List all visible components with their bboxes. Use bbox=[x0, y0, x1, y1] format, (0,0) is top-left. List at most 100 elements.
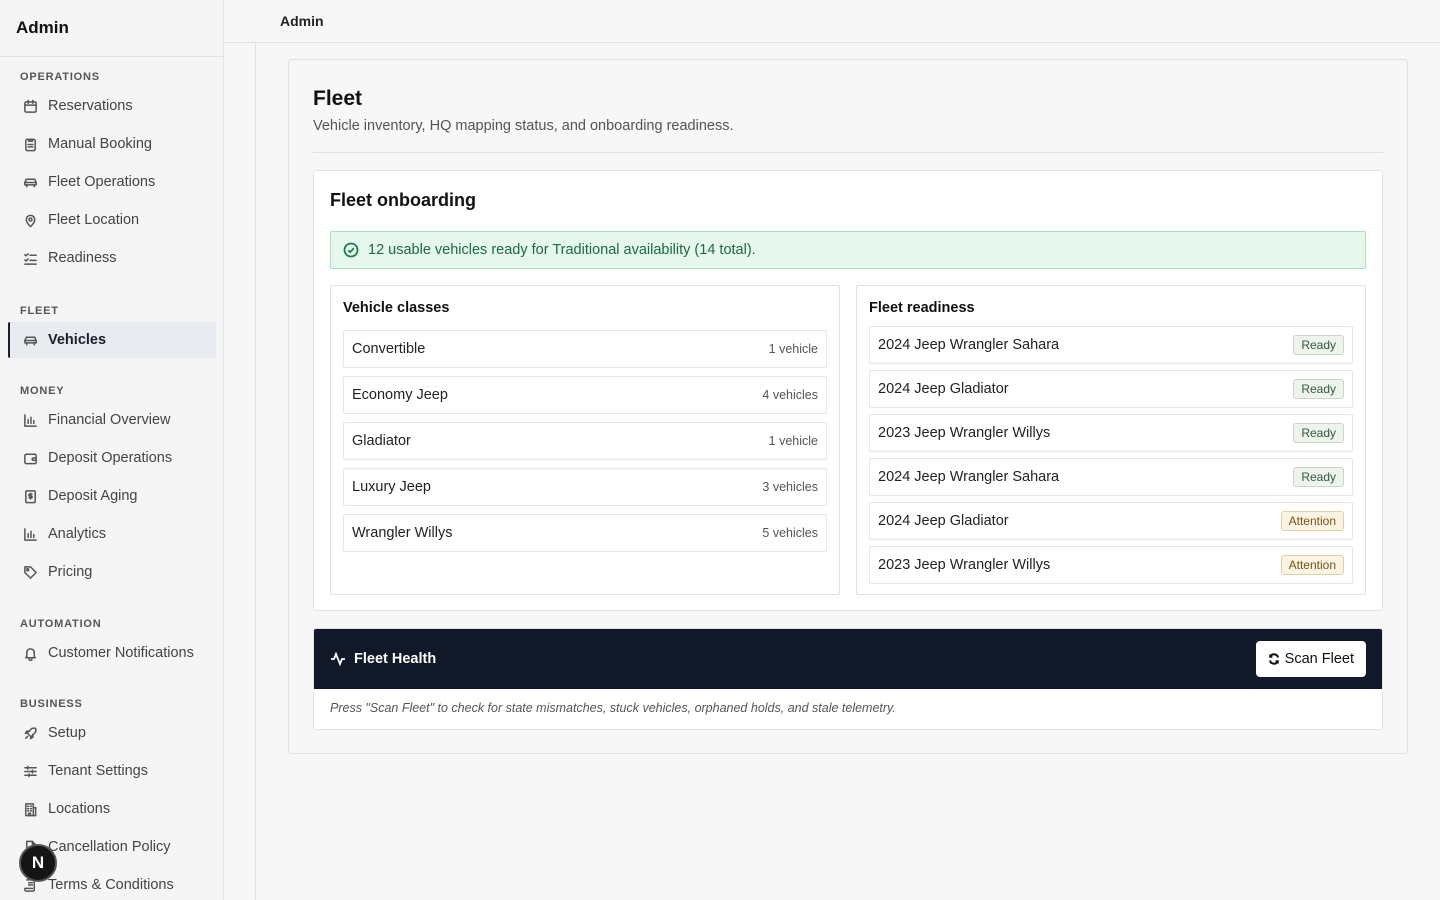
sidebar-item-vehicles[interactable]: Vehicles bbox=[8, 322, 216, 358]
status-badge: Ready bbox=[1293, 335, 1344, 355]
sidebar-item-financial-overview[interactable]: Financial Overview bbox=[8, 402, 216, 438]
vehicle-classes-title: Vehicle classes bbox=[343, 300, 450, 316]
status-badge: Ready bbox=[1293, 423, 1344, 443]
sidebar-item-analytics[interactable]: Analytics bbox=[8, 516, 216, 552]
sidebar-item-setup[interactable]: Setup bbox=[8, 715, 216, 751]
vehicle-class-row[interactable]: Economy Jeep 4 vehicles bbox=[343, 376, 827, 414]
fleet-onboarding-card: Fleet onboarding 12 usable vehicles read… bbox=[313, 170, 1383, 611]
sidebar-item-label: Fleet Location bbox=[48, 212, 140, 228]
sidebar-item-deposit-aging[interactable]: Deposit Aging bbox=[8, 478, 216, 514]
sidebar-section-fleet: FLEET Vehicles bbox=[0, 302, 223, 358]
clipboard-icon bbox=[22, 136, 38, 152]
sidebar-item-readiness[interactable]: Readiness bbox=[8, 240, 216, 276]
refresh-icon bbox=[1268, 653, 1279, 665]
vehicle-class-name: Wrangler Willys bbox=[352, 525, 453, 541]
sidebar-item-customer-notifications[interactable]: Customer Notifications bbox=[8, 635, 216, 671]
vehicle-class-row[interactable]: Convertible 1 vehicle bbox=[343, 330, 827, 368]
sidebar-item-manual-booking[interactable]: Manual Booking bbox=[8, 126, 216, 162]
sliders-icon bbox=[22, 763, 38, 779]
sidebar-item-label: Reservations bbox=[48, 98, 133, 114]
sidebar-item-label: Customer Notifications bbox=[48, 645, 194, 661]
bar-chart-icon bbox=[22, 526, 38, 542]
scan-fleet-button[interactable]: Scan Fleet bbox=[1255, 641, 1366, 677]
scan-fleet-label: Scan Fleet bbox=[1284, 651, 1354, 667]
sidebar-header: Admin bbox=[0, 0, 223, 57]
vehicle-class-count: 1 vehicle bbox=[768, 434, 818, 448]
vehicle-name: 2023 Jeep Wrangler Willys bbox=[878, 425, 1051, 441]
vehicle-classes-panel: Vehicle classes Convertible 1 vehicle Econ… bbox=[330, 285, 840, 595]
breadcrumb: Admin bbox=[280, 13, 324, 29]
sidebar-item-label: Tenant Settings bbox=[48, 763, 148, 779]
page-subtitle: Vehicle inventory, HQ mapping status, an… bbox=[313, 118, 734, 134]
sidebar-item-locations[interactable]: Locations bbox=[8, 791, 216, 827]
avatar[interactable]: N bbox=[19, 844, 57, 882]
activity-icon bbox=[331, 651, 345, 667]
status-badge: Attention bbox=[1280, 511, 1344, 531]
readiness-row[interactable]: 2024 Jeep Wrangler Sahara Ready bbox=[869, 458, 1353, 496]
sidebar-item-pricing[interactable]: Pricing bbox=[8, 554, 216, 590]
sidebar-item-label: Readiness bbox=[48, 250, 117, 266]
sidebar-section-label: OPERATIONS bbox=[20, 71, 100, 83]
vehicle-class-name: Luxury Jeep bbox=[352, 479, 431, 495]
vehicle-class-count: 1 vehicle bbox=[768, 342, 818, 356]
alert-text: 12 usable vehicles ready for Traditional… bbox=[368, 242, 756, 258]
vehicle-class-row[interactable]: Gladiator 1 vehicle bbox=[343, 422, 827, 460]
map-pin-icon bbox=[22, 212, 38, 228]
sidebar-item-label: Manual Booking bbox=[48, 136, 152, 152]
tag-icon bbox=[22, 564, 38, 580]
fleet-health-header: Fleet Health Scan Fleet bbox=[314, 629, 1382, 689]
sidebar-item-label: Deposit Aging bbox=[48, 488, 138, 504]
vehicle-class-row[interactable]: Wrangler Willys 5 vehicles bbox=[343, 514, 827, 552]
success-alert: 12 usable vehicles ready for Traditional… bbox=[330, 231, 1366, 269]
car-icon bbox=[22, 174, 38, 190]
readiness-row[interactable]: 2023 Jeep Wrangler Willys Attention bbox=[869, 546, 1353, 584]
sidebar-item-reservations[interactable]: Reservations bbox=[8, 88, 216, 124]
sidebar-item-fleet-operations[interactable]: Fleet Operations bbox=[8, 164, 216, 200]
readiness-row[interactable]: 2024 Jeep Gladiator Attention bbox=[869, 502, 1353, 540]
wallet-icon bbox=[22, 450, 38, 466]
readiness-row[interactable]: 2024 Jeep Wrangler Sahara Ready bbox=[869, 326, 1353, 364]
sidebar-title: Admin bbox=[16, 18, 69, 37]
fleet-health-note: Press "Scan Fleet" to check for state mi… bbox=[330, 701, 896, 715]
sidebar-section-label: AUTOMATION bbox=[20, 618, 102, 630]
sidebar-item-label: Fleet Operations bbox=[48, 174, 156, 190]
readiness-row[interactable]: 2024 Jeep Gladiator Ready bbox=[869, 370, 1353, 408]
rocket-icon bbox=[22, 725, 38, 741]
sidebar-item-label: Analytics bbox=[48, 526, 107, 542]
vehicle-class-name: Gladiator bbox=[352, 433, 411, 449]
vehicle-name: 2024 Jeep Wrangler Sahara bbox=[878, 469, 1060, 485]
bar-chart-icon bbox=[22, 412, 38, 428]
status-badge: Ready bbox=[1293, 379, 1344, 399]
sidebar-item-label: Deposit Operations bbox=[48, 450, 173, 466]
vehicle-name: 2024 Jeep Gladiator bbox=[878, 381, 1009, 397]
sidebar-section-label: FLEET bbox=[20, 305, 59, 317]
sidebar-item-label: Terms & Conditions bbox=[48, 877, 174, 893]
sidebar-item-deposit-operations[interactable]: Deposit Operations bbox=[8, 440, 216, 476]
fleet-readiness-title: Fleet readiness bbox=[869, 300, 975, 316]
gutter-divider bbox=[255, 0, 256, 900]
vehicle-class-count: 3 vehicles bbox=[762, 480, 818, 494]
page-title: Fleet bbox=[313, 87, 363, 110]
sidebar-section-automation: AUTOMATION Customer Notifications bbox=[0, 615, 223, 671]
vehicle-class-row[interactable]: Luxury Jeep 3 vehicles bbox=[343, 468, 827, 506]
sidebar-item-label: Setup bbox=[48, 725, 86, 741]
vehicle-class-count: 4 vehicles bbox=[762, 388, 818, 402]
vehicle-class-name: Economy Jeep bbox=[352, 387, 448, 403]
readiness-row[interactable]: 2023 Jeep Wrangler Willys Ready bbox=[869, 414, 1353, 452]
sidebar-section-operations: OPERATIONS Reservations Manual Booking Flee… bbox=[0, 68, 223, 276]
divider bbox=[313, 152, 1383, 153]
calendar-icon bbox=[22, 98, 38, 114]
sidebar-item-tenant-settings[interactable]: Tenant Settings bbox=[8, 753, 216, 789]
vehicle-name: 2024 Jeep Gladiator bbox=[878, 513, 1009, 529]
fleet-health-label: Fleet Health bbox=[354, 651, 437, 667]
vehicle-name: 2023 Jeep Wrangler Willys bbox=[878, 557, 1051, 573]
fleet-health-title: Fleet Health bbox=[330, 651, 436, 667]
sidebar: Admin OPERATIONS Reservations Manual Booki… bbox=[0, 0, 224, 900]
sidebar-section-label: MONEY bbox=[20, 385, 65, 397]
sidebar-item-fleet-location[interactable]: Fleet Location bbox=[8, 202, 216, 238]
top-bar: Admin bbox=[224, 0, 1440, 43]
fleet-health-card: Fleet Health Scan Fleet Press "Scan Flee… bbox=[313, 628, 1383, 730]
check-circle-icon bbox=[343, 242, 359, 258]
bell-icon bbox=[22, 645, 38, 661]
vehicle-name: 2024 Jeep Wrangler Sahara bbox=[878, 337, 1060, 353]
